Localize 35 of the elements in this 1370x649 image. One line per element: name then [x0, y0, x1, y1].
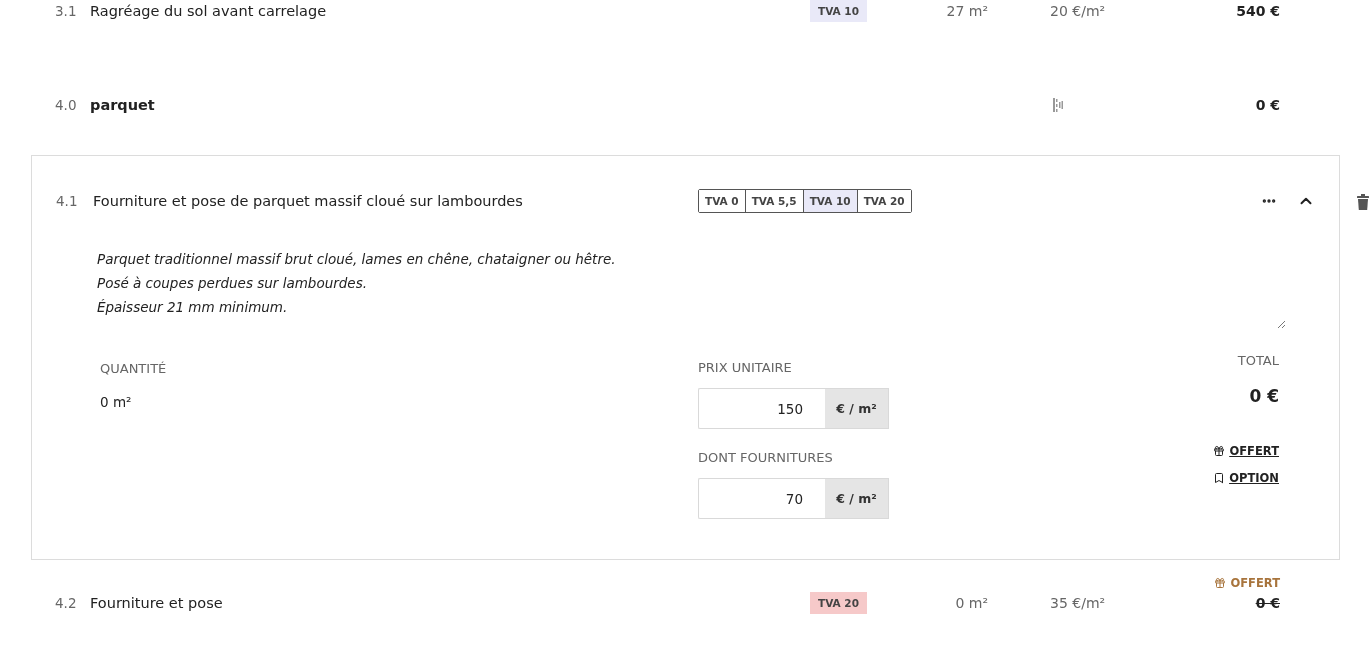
- supplies-label: DONT FOURNITURES: [698, 449, 833, 467]
- vat-badge: TVA 10: [810, 0, 867, 22]
- bookmark-icon: [1213, 472, 1226, 484]
- line-title: Fourniture et pose: [90, 594, 224, 613]
- quantity-text: 27 m²: [946, 2, 988, 21]
- quantity-label: QUANTITÉ: [100, 360, 167, 378]
- line-number: 4.2: [55, 594, 78, 613]
- trash-icon[interactable]: [1357, 194, 1369, 210]
- total-value: 0 €: [1249, 385, 1279, 408]
- vat-option[interactable]: TVA 20: [856, 190, 911, 212]
- offered-tag: OFFERT: [1214, 574, 1280, 592]
- vat-badge: TVA 20: [810, 592, 867, 614]
- line-number: 4.1: [56, 193, 79, 209]
- section-number: 4.0: [55, 96, 78, 115]
- unit-price-text: 35 €/m²: [1050, 594, 1106, 613]
- section-total: 0 €: [1255, 96, 1280, 115]
- total-label: TOTAL: [1237, 352, 1279, 370]
- offered-link[interactable]: OFFERT: [1213, 442, 1279, 460]
- resize-handle-icon[interactable]: [1277, 320, 1286, 329]
- description-field[interactable]: Parquet traditionnel massif brut cloué, lames en chêne, chataigner ou hêtre. Posé à coupes perdues sur lambourdes. Épaisseur 21 mm minimum.: [90, 240, 1288, 332]
- unit-price-text: 20 €/m²: [1050, 2, 1106, 21]
- quantity-value: 0 m²: [100, 393, 132, 411]
- line-title[interactable]: Fourniture et pose de parquet massif cloué sur lambourdes: [93, 193, 698, 209]
- gift-icon: [1213, 445, 1226, 457]
- option-link[interactable]: OPTION: [1213, 469, 1279, 487]
- grip-icon[interactable]: [1053, 98, 1063, 112]
- gift-icon: [1214, 577, 1227, 589]
- line-title: Ragréage du sol avant carrelage: [90, 2, 328, 21]
- section-title: parquet: [90, 96, 156, 115]
- quantity-text: 0 m²: [955, 594, 988, 613]
- line-total: 540 €: [1236, 2, 1280, 21]
- vat-option[interactable]: TVA 10: [802, 190, 857, 212]
- line-total: 0 €: [1255, 594, 1280, 613]
- line-number: 3.1: [55, 2, 78, 21]
- unit-price-label: PRIX UNITAIRE: [698, 359, 792, 377]
